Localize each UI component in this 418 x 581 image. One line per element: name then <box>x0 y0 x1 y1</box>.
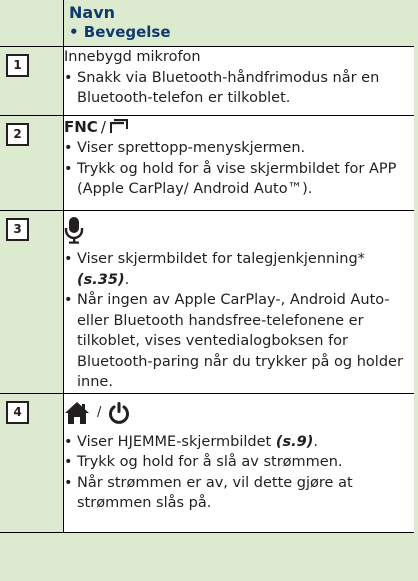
page-reference-link[interactable]: (s.35) <box>77 272 125 288</box>
header-number-cell <box>0 0 64 47</box>
bullet-item: Trykk og hold for å vise skjermbildet fo… <box>64 159 414 200</box>
bullet-item: Snakk via Bluetooth-håndfrimodus når en … <box>64 68 414 109</box>
power-icon <box>109 401 130 424</box>
row-title: / <box>64 394 414 432</box>
page-reference-link[interactable]: (s.9) <box>276 434 313 450</box>
table-row: 3 Viser skjermbildet for talegjenkjennin… <box>0 210 414 394</box>
page: Navn • Bevegelse 1 Innebygd mikrofon Sna… <box>0 0 418 581</box>
feature-table: Navn • Bevegelse 1 Innebygd mikrofon Sna… <box>0 0 414 533</box>
row-number-badge: 4 <box>6 400 29 424</box>
bullet-item: Når ingen av Apple CarPlay-, Android Aut… <box>64 290 414 393</box>
bullet-item: Trykk og hold for å slå av strømmen. <box>64 452 414 473</box>
menu-window-icon <box>109 119 128 133</box>
bullet-item: Når strømmen er av, vil dette gjøre at s… <box>64 473 414 514</box>
title-separator: / <box>97 405 102 420</box>
microphone-icon <box>64 217 84 244</box>
row-number-badge: 3 <box>6 218 29 241</box>
home-icon <box>65 401 89 424</box>
row-title: FNC / <box>64 116 414 138</box>
title-separator: / <box>100 118 106 136</box>
bullet-item: Viser skjermbildet for talegjenkjenning*… <box>64 249 414 290</box>
row-number-badge: 1 <box>6 54 29 77</box>
bullet-item: Viser HJEMME-skjermbildet (s.9). <box>64 432 414 453</box>
header-title: Navn <box>69 3 116 22</box>
row-title <box>64 211 414 249</box>
header-subtitle: • Bevegelse <box>69 23 171 41</box>
row-title: Innebygd mikrofon <box>64 49 201 65</box>
table-row: 2 FNC/ Viser sprettopp-menyskjermen. Try… <box>0 115 414 211</box>
table-row: 4 / Viser HJEMME-skjermbildet (s.9). Try… <box>0 393 414 533</box>
header-cell: Navn • Bevegelse <box>63 0 414 47</box>
fnc-label: FNC <box>64 118 98 136</box>
table-row: 1 Innebygd mikrofon Snakk via Bluetooth-… <box>0 46 414 116</box>
bullet-item: Viser sprettopp-menyskjermen. <box>64 138 414 159</box>
row-number-badge: 2 <box>6 123 29 146</box>
table-header: Navn • Bevegelse <box>0 0 414 47</box>
